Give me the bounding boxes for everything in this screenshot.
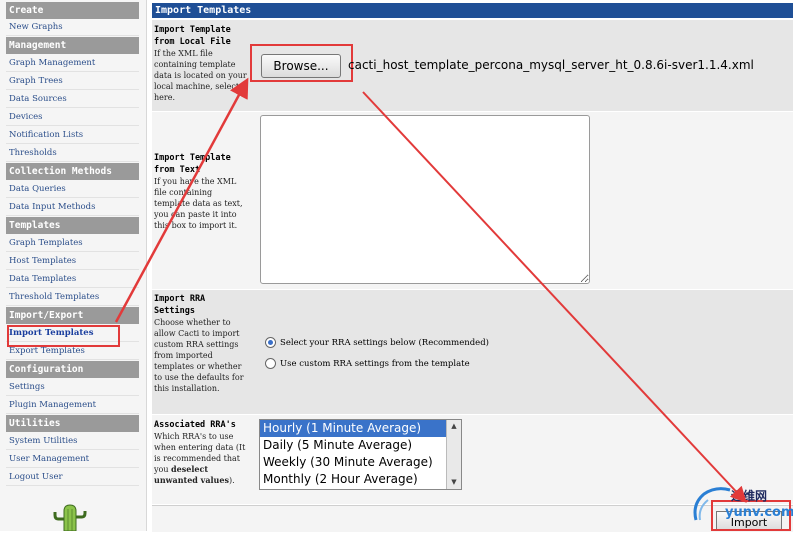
sidebar-item-data-sources[interactable]: Data Sources <box>6 91 139 108</box>
rra-option-recommended[interactable]: Select your RRA settings below (Recommen… <box>265 337 489 351</box>
sidebar-item-graph-management[interactable]: Graph Management <box>6 55 139 72</box>
sidebar-item-data-templates[interactable]: Data Templates <box>6 271 139 288</box>
sidebar-item-devices[interactable]: Devices <box>6 109 139 126</box>
sidebar-item-settings[interactable]: Settings <box>6 379 139 396</box>
sidebar-item-threshold-templates[interactable]: Threshold Templates <box>6 289 139 306</box>
watermark-text-bottom: yunv.com <box>725 505 793 520</box>
rra-option-weekly[interactable]: Weekly (30 Minute Average) <box>260 454 446 471</box>
rra-option-recommended-label: Select your RRA settings below (Recommen… <box>280 337 489 348</box>
rra-option-custom[interactable]: Use custom RRA settings from the templat… <box>265 358 470 372</box>
sidebar-item-plugin-management[interactable]: Plugin Management <box>6 397 139 414</box>
sidebar-item-system-utilities[interactable]: System Utilities <box>6 433 139 450</box>
sidebar-item-data-queries[interactable]: Data Queries <box>6 181 139 198</box>
xml-text-input[interactable] <box>260 115 590 284</box>
sidebar-item-user-management[interactable]: User Management <box>6 451 139 468</box>
scroll-down-icon[interactable]: ▼ <box>447 476 461 489</box>
menu-header-collection-methods: Collection Methods <box>6 163 139 180</box>
menu-header-management: Management <box>6 37 139 54</box>
sidebar-item-graph-templates[interactable]: Graph Templates <box>6 235 139 252</box>
text-import-title: Import Template from Text <box>154 153 231 175</box>
sidebar-item-new-graphs[interactable]: New Graphs <box>6 19 139 36</box>
rra-option-monthly[interactable]: Monthly (2 Hour Average) <box>260 471 446 488</box>
rra-option-custom-label: Use custom RRA settings from the templat… <box>280 358 470 369</box>
rra-settings-row: Import RRA Settings Choose whether to al… <box>152 290 793 414</box>
sidebar-item-notification-lists[interactable]: Notification Lists <box>6 127 139 144</box>
page-title: Import Templates <box>152 3 793 18</box>
rra-settings-description: Choose whether to allow Cacti to import … <box>154 318 244 393</box>
associated-rras-title: Associated RRA's <box>154 420 236 430</box>
menu-header-create: Create <box>6 2 139 19</box>
import-templates-highlight <box>7 325 120 347</box>
radio-checked-icon[interactable] <box>265 337 276 348</box>
rra-option-hourly[interactable]: Hourly (1 Minute Average) <box>260 420 446 437</box>
sidebar-item-host-templates[interactable]: Host Templates <box>6 253 139 270</box>
menu-header-configuration: Configuration <box>6 361 139 378</box>
menu-header-utilities: Utilities <box>6 415 139 432</box>
associated-rras-description-end: ). <box>228 476 235 485</box>
watermark-text-top: 运维网 <box>731 489 768 503</box>
text-import-description: If you have the XML file containing temp… <box>154 177 243 230</box>
rra-listbox-scrollbar[interactable]: ▲ ▼ <box>446 420 461 489</box>
associated-rras-description: Which RRA's to use when entering data (I… <box>154 431 250 486</box>
local-file-title: Import Template from Local File <box>154 25 231 47</box>
sidebar-menu: Create New Graphs Management Graph Manag… <box>0 0 147 531</box>
sidebar-item-logout-user[interactable]: Logout User <box>6 469 139 486</box>
associated-rras-listbox[interactable]: Hourly (1 Minute Average) Daily (5 Minut… <box>259 419 462 490</box>
scroll-up-icon[interactable]: ▲ <box>447 420 461 433</box>
sidebar-item-data-input-methods[interactable]: Data Input Methods <box>6 199 139 216</box>
rra-settings-title: Import RRA Settings <box>154 294 206 316</box>
sidebar-item-graph-trees[interactable]: Graph Trees <box>6 73 139 90</box>
menu-header-templates: Templates <box>6 217 139 234</box>
menu-header-import-export: Import/Export <box>6 307 139 324</box>
cactus-logo-icon <box>53 504 87 531</box>
browse-highlight <box>250 44 353 82</box>
local-file-description: If the XML file containing template data… <box>154 49 248 102</box>
radio-unchecked-icon[interactable] <box>265 358 276 369</box>
selected-file-name: cacti_host_template_percona_mysql_server… <box>348 58 754 72</box>
sidebar-item-thresholds[interactable]: Thresholds <box>6 145 139 162</box>
rra-option-daily[interactable]: Daily (5 Minute Average) <box>260 437 446 454</box>
